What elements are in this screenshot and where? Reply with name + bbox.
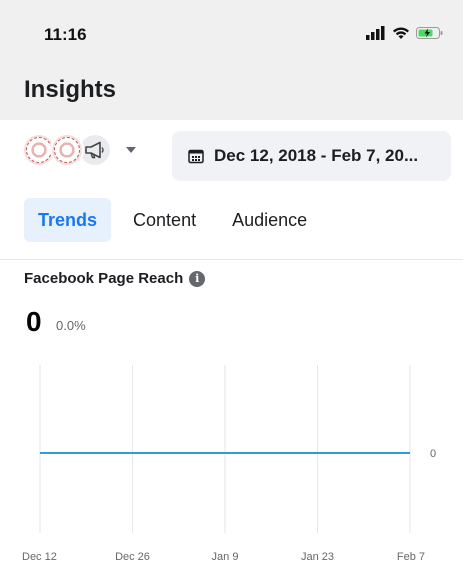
x-tick-label: Dec 12: [22, 551, 57, 563]
header: Insights: [0, 58, 463, 120]
tab-trends[interactable]: Trends: [24, 198, 112, 242]
x-tick-label: Jan 23: [301, 551, 334, 563]
signal-icon: [366, 26, 385, 40]
x-tick-label: Feb 7: [397, 551, 425, 563]
toolbar: Dec 12, 2018 - Feb 7, 20...: [0, 120, 463, 190]
tab-content[interactable]: Content: [119, 198, 210, 242]
tab-audience[interactable]: Audience: [218, 198, 321, 242]
tab-bar: Trends Content Audience: [24, 198, 329, 242]
date-range-picker[interactable]: Dec 12, 2018 - Feb 7, 20...: [172, 131, 451, 181]
battery-charging-icon: [416, 27, 443, 39]
info-icon[interactable]: i: [189, 270, 206, 287]
metric-title-text: Facebook Page Reach: [24, 270, 184, 287]
x-tick-label: Jan 9: [212, 551, 239, 563]
page-selector[interactable]: [22, 133, 136, 167]
page-avatar: [50, 133, 84, 167]
status-icons: [366, 26, 444, 40]
y-tick-label: 0: [430, 448, 436, 460]
status-time: 11:16: [44, 25, 87, 44]
wifi-icon: [393, 27, 409, 39]
x-tick-label: Dec 26: [115, 551, 150, 563]
reach-chart: Dec 12 Dec 26 Jan 9 Jan 23 Feb 7 0: [22, 365, 436, 563]
metric-change: 0.0%: [56, 318, 86, 333]
date-range-label: Dec 12, 2018 - Feb 7, 20...: [214, 146, 419, 165]
chevron-down-icon[interactable]: [126, 147, 136, 153]
divider: [0, 259, 463, 260]
page-title: Insights: [24, 76, 117, 103]
metric-title: Facebook Page Reach i: [24, 270, 206, 287]
status-bar: 11:16: [0, 0, 463, 58]
calendar-icon: [188, 149, 204, 164]
metric-value: 0: [26, 306, 42, 337]
